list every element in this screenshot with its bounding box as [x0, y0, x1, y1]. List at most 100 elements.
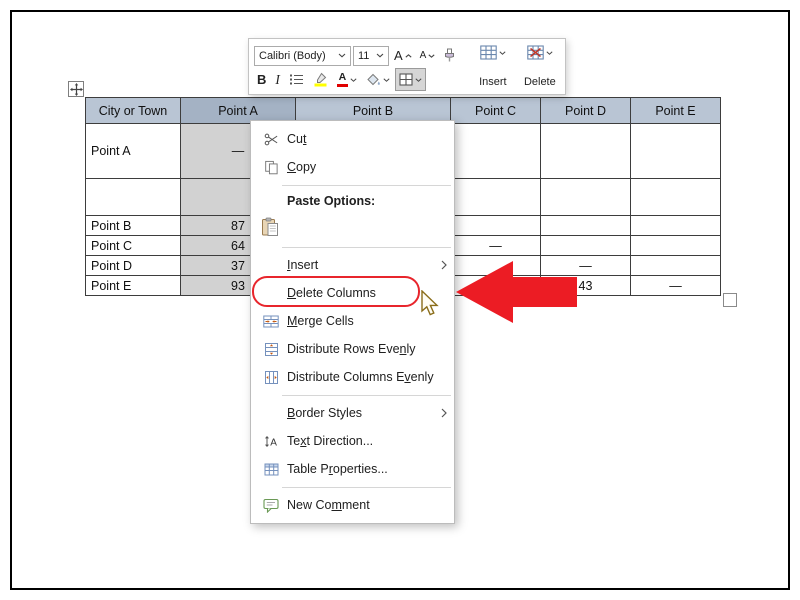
- delete-button-label: Delete: [524, 76, 556, 88]
- menu-item-border-styles[interactable]: Border Styles: [252, 399, 453, 427]
- menu-item-label: Border Styles: [287, 406, 362, 420]
- menu-item-text-direction[interactable]: A Text Direction...: [252, 427, 453, 455]
- menu-item-new-comment[interactable]: New Comment: [252, 491, 453, 519]
- value-cell[interactable]: [631, 216, 721, 236]
- italic-button[interactable]: I: [272, 69, 283, 90]
- chevron-down-icon: [338, 53, 346, 58]
- value-cell[interactable]: [451, 124, 541, 179]
- font-size-value: 11: [358, 50, 369, 62]
- row-label-point-c[interactable]: Point C: [86, 236, 181, 256]
- column-header-point-c[interactable]: Point C: [451, 98, 541, 124]
- context-menu: CutCopyPaste Options:InsertDelete Column…: [250, 120, 455, 524]
- font-name-combo[interactable]: Calibri (Body): [254, 46, 351, 66]
- row-label-point-a[interactable]: Point A: [86, 124, 181, 179]
- bold-button[interactable]: B: [254, 69, 269, 90]
- menu-item-table-properties[interactable]: Table Properties...: [252, 455, 453, 483]
- chevron-down-icon: [546, 51, 553, 55]
- menu-item-label: Distribute Rows Evenly: [287, 342, 416, 356]
- menu-item-label: Table Properties...: [287, 462, 388, 476]
- shading-button[interactable]: [363, 69, 393, 90]
- mini-toolbar-left: Calibri (Body) 11 A A: [249, 39, 463, 94]
- grow-font-button[interactable]: A: [391, 45, 415, 66]
- menu-item-distribute-rows-evenly[interactable]: Distribute Rows Evenly: [252, 335, 453, 363]
- menu-item-label: New Comment: [287, 498, 370, 512]
- value-cell[interactable]: [451, 216, 541, 236]
- bullets-button[interactable]: [286, 69, 307, 90]
- caret-up-icon: [405, 54, 412, 58]
- scissors-icon: [260, 132, 282, 147]
- menu-item-label: Cut: [287, 132, 306, 146]
- row-label-point-d[interactable]: Point D: [86, 256, 181, 276]
- insert-button[interactable]: Insert: [469, 41, 516, 92]
- row-label-point-b[interactable]: Point B: [86, 216, 181, 236]
- mouse-cursor: [421, 290, 441, 320]
- value-cell[interactable]: [541, 236, 631, 256]
- table-resize-handle[interactable]: [723, 293, 737, 307]
- value-cell[interactable]: [541, 216, 631, 236]
- text-direction-icon: A: [260, 434, 282, 449]
- menu-separator: [282, 185, 451, 186]
- menu-section-paste-options: Paste Options:: [252, 189, 453, 213]
- column-header-city-or-town[interactable]: City or Town: [86, 98, 181, 124]
- chevron-down-icon: [350, 78, 357, 82]
- menu-item-label: Copy: [287, 160, 316, 174]
- format-painter-button[interactable]: [440, 45, 459, 66]
- value-cell[interactable]: [631, 256, 721, 276]
- insert-table-icon: [480, 45, 497, 60]
- format-painter-icon: [443, 48, 456, 63]
- table-properties-icon: [260, 462, 282, 477]
- submenu-arrow-icon: [441, 408, 447, 418]
- highlight-color-button[interactable]: [310, 69, 331, 90]
- bullets-icon: [289, 73, 304, 86]
- menu-item-copy[interactable]: Copy: [252, 153, 453, 181]
- highlighter-icon: [313, 72, 328, 87]
- menu-separator: [282, 395, 451, 396]
- copy-icon: [260, 160, 282, 175]
- caret-down-icon: [428, 54, 435, 58]
- shrink-font-button[interactable]: A: [417, 45, 439, 66]
- value-cell[interactable]: —: [451, 236, 541, 256]
- menu-item-label: Merge Cells: [287, 314, 354, 328]
- shading-bucket-icon: [366, 73, 381, 87]
- font-name-value: Calibri (Body): [259, 50, 326, 62]
- value-cell[interactable]: [541, 124, 631, 179]
- menu-item-label: Text Direction...: [287, 434, 373, 448]
- paste-option-button[interactable]: [252, 213, 453, 243]
- column-header-point-d[interactable]: Point D: [541, 98, 631, 124]
- chevron-down-icon: [415, 78, 422, 82]
- new-comment-icon: [260, 498, 282, 513]
- row-label-empty[interactable]: [86, 179, 181, 216]
- red-arrow-annotation: [455, 258, 579, 326]
- row-label-point-e[interactable]: Point E: [86, 276, 181, 296]
- menu-item-cut[interactable]: Cut: [252, 125, 453, 153]
- font-color-button[interactable]: A: [334, 69, 360, 90]
- paste-icon: [260, 217, 280, 240]
- borders-grid-icon: [399, 73, 413, 86]
- menu-separator: [282, 247, 451, 248]
- mini-toolbar-right: Insert Delete: [467, 39, 565, 94]
- grow-font-label: A: [394, 49, 403, 62]
- chevron-down-icon: [383, 78, 390, 82]
- value-cell[interactable]: [631, 124, 721, 179]
- column-header-point-e[interactable]: Point E: [631, 98, 721, 124]
- value-cell[interactable]: [631, 236, 721, 256]
- menu-item-insert[interactable]: Insert: [252, 251, 453, 279]
- value-cell[interactable]: [631, 179, 721, 216]
- menu-item-label: Distribute Columns Evenly: [287, 370, 434, 384]
- chevron-down-icon: [499, 51, 506, 55]
- chevron-down-icon: [376, 53, 384, 58]
- font-size-combo[interactable]: 11: [353, 46, 389, 66]
- shrink-font-label: A: [420, 51, 427, 61]
- value-cell[interactable]: [541, 179, 631, 216]
- delete-button[interactable]: Delete: [516, 41, 563, 92]
- value-cell[interactable]: —: [631, 276, 721, 296]
- delete-table-icon: [527, 45, 544, 60]
- menu-separator: [282, 487, 451, 488]
- borders-button[interactable]: [396, 69, 425, 90]
- move-cross-icon: [70, 83, 83, 96]
- value-cell[interactable]: [451, 179, 541, 216]
- mini-toolbar: Calibri (Body) 11 A A: [248, 38, 566, 95]
- menu-item-distribute-columns-evenly[interactable]: Distribute Columns Evenly: [252, 363, 453, 391]
- insert-button-label: Insert: [479, 76, 507, 88]
- table-move-handle[interactable]: [68, 81, 84, 97]
